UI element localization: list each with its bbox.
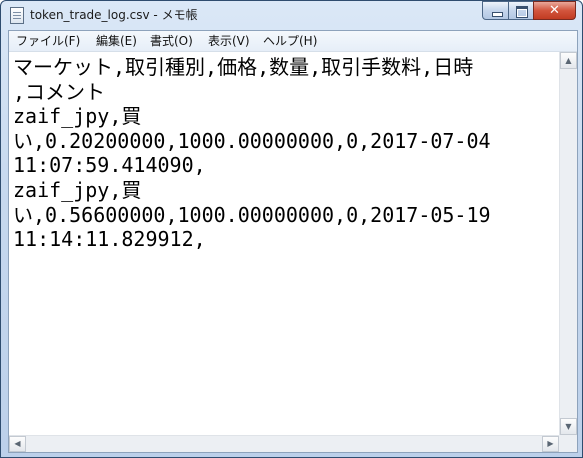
minimize-button[interactable]	[482, 1, 509, 20]
menu-view[interactable]: 表示(V)	[208, 33, 250, 49]
text-line: 11:14:11.829912,	[13, 227, 206, 252]
text-line: zaif_jpy,買	[13, 104, 142, 129]
window-title: token_trade_log.csv - メモ帳	[30, 8, 198, 22]
text-line: ,コメント	[13, 79, 106, 104]
text-line: い,0.56600000,1000.00000000,0,2017-05-19	[13, 202, 491, 227]
scroll-up-button[interactable]: ▲	[560, 52, 577, 69]
title-bar[interactable]: token_trade_log.csv - メモ帳 ✕	[1, 1, 582, 30]
editor-content[interactable]: マーケット,取引種別,価格,数量,取引手数料,日時 ,コメント zaif_jpy…	[13, 55, 555, 252]
maximize-icon	[516, 6, 528, 18]
text-line: zaif_jpy,買	[13, 177, 142, 202]
menu-bar: ファイル(F) 編集(E) 書式(O) 表示(V) ヘルプ(H)	[9, 31, 577, 52]
client-area: ファイル(F) 編集(E) 書式(O) 表示(V) ヘルプ(H) マーケット,取…	[8, 30, 578, 453]
scroll-right-arrow-icon: ▶	[547, 439, 554, 448]
maximize-button[interactable]	[508, 1, 534, 20]
scroll-left-arrow-icon: ◀	[14, 439, 21, 448]
vertical-scrollbar[interactable]: ▲ ▼	[559, 52, 577, 435]
scroll-down-arrow-icon: ▼	[565, 422, 572, 431]
text-line: い,0.20200000,1000.00000000,0,2017-07-04	[13, 128, 491, 153]
scrollbar-corner	[559, 435, 577, 452]
horizontal-scrollbar[interactable]: ◀ ▶	[9, 435, 559, 452]
menu-file[interactable]: ファイル(F)	[16, 33, 80, 49]
menu-help[interactable]: ヘルプ(H)	[263, 33, 317, 49]
text-line: マーケット,取引種別,価格,数量,取引手数料,日時	[13, 55, 474, 79]
close-button[interactable]: ✕	[533, 1, 576, 20]
notepad-icon[interactable]	[10, 7, 24, 24]
menu-format[interactable]: 書式(O)	[150, 33, 193, 49]
caption-buttons: ✕	[482, 1, 577, 21]
close-icon: ✕	[549, 3, 560, 18]
menu-edit[interactable]: 編集(E)	[96, 33, 137, 49]
minimize-icon	[492, 12, 503, 17]
notepad-window: token_trade_log.csv - メモ帳 ✕ ファイル(F) 編集(E…	[0, 0, 583, 458]
text-editor[interactable]: マーケット,取引種別,価格,数量,取引手数料,日時 ,コメント zaif_jpy…	[9, 52, 559, 452]
scroll-up-arrow-icon: ▲	[565, 56, 572, 65]
scroll-left-button[interactable]: ◀	[9, 436, 26, 452]
scroll-right-button[interactable]: ▶	[542, 436, 559, 452]
text-line: 11:07:59.414090,	[13, 153, 206, 178]
scroll-down-button[interactable]: ▼	[560, 418, 577, 435]
